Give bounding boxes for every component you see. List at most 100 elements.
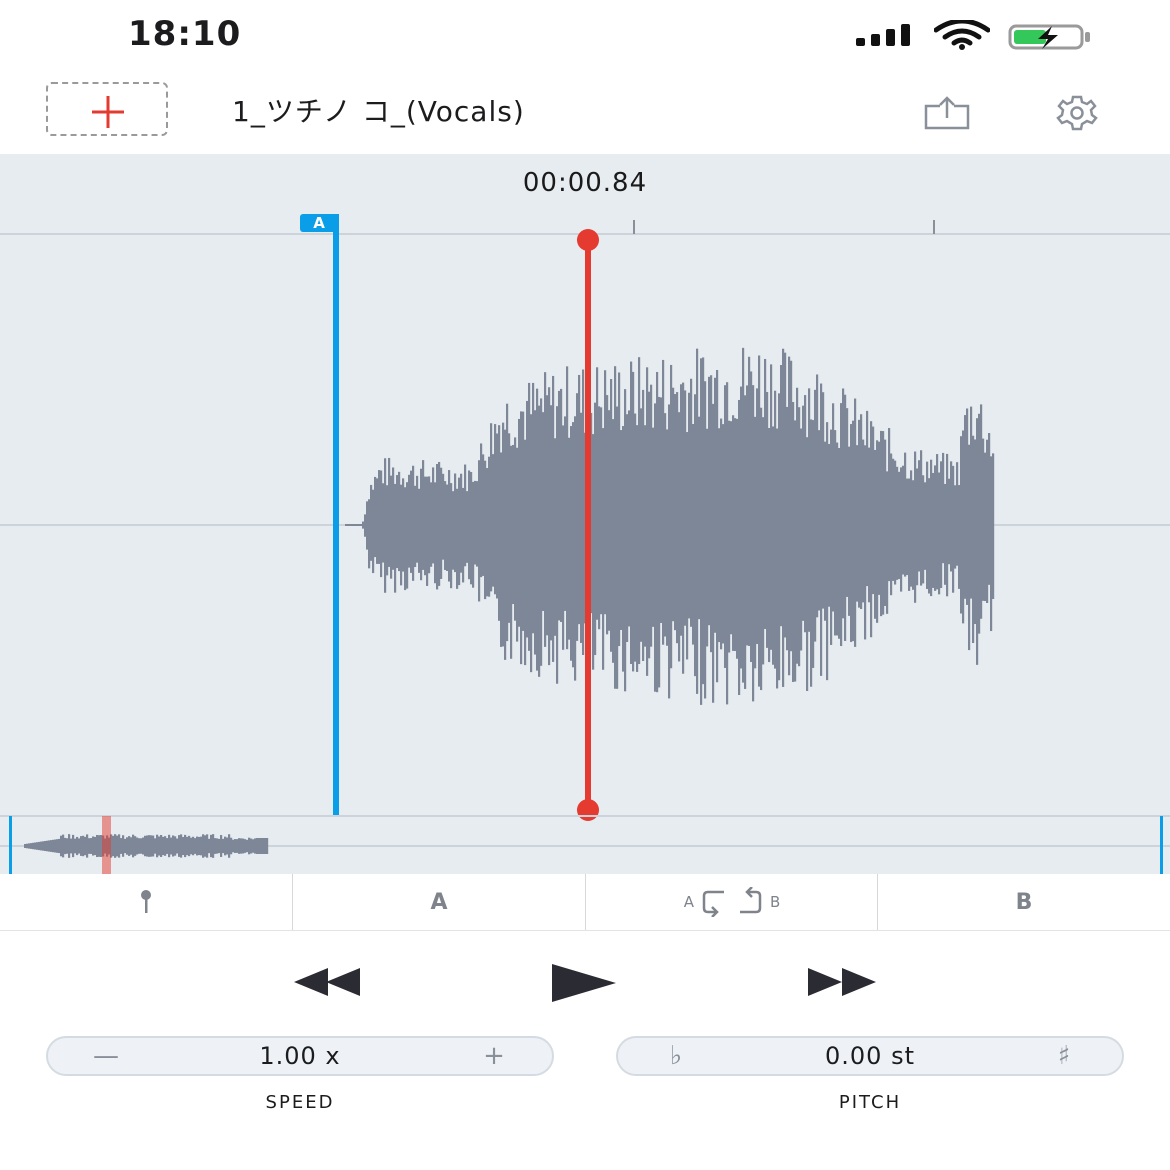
overview-waveform-bar xyxy=(134,836,137,856)
overview-waveform-bar xyxy=(100,835,103,857)
waveform-bar xyxy=(380,470,383,578)
waveform-bar xyxy=(868,447,871,603)
waveform-bar xyxy=(966,408,969,605)
waveform-bar xyxy=(560,388,563,622)
overview-waveform-bar xyxy=(94,836,97,856)
playhead-top-handle[interactable] xyxy=(577,229,599,251)
overview-waveform-bar xyxy=(180,834,183,858)
waveform-bar xyxy=(722,424,725,644)
waveform-bar xyxy=(528,382,531,651)
waveform-bar xyxy=(780,365,783,627)
waveform-bar xyxy=(738,399,741,695)
overview-playhead[interactable] xyxy=(102,816,111,874)
waveform-bar xyxy=(712,403,715,703)
fast-forward-icon[interactable] xyxy=(808,968,876,996)
overview-waveform-bar xyxy=(138,838,141,854)
waveform-bar xyxy=(580,412,583,643)
waveform-bar xyxy=(824,441,827,621)
overview-waveform-bar xyxy=(86,834,89,858)
waveform-bar xyxy=(478,460,481,602)
waveform-bar xyxy=(622,426,625,672)
overview-waveform-bar xyxy=(242,838,245,854)
waveform-bar xyxy=(818,430,821,611)
set-a-button[interactable]: A xyxy=(293,874,585,930)
overview-waveform-bar xyxy=(76,836,79,856)
waveform-bar xyxy=(724,385,727,668)
overview-range-start[interactable] xyxy=(9,816,12,874)
waveform-display[interactable]: A xyxy=(0,154,1170,874)
waveform-bar xyxy=(672,387,675,622)
waveform-bar xyxy=(982,438,985,601)
waveform-bar xyxy=(630,361,633,664)
waveform-bar xyxy=(796,387,799,664)
loop-b-label: B xyxy=(769,893,781,911)
waveform-bar xyxy=(632,371,635,672)
waveform-bar xyxy=(946,453,949,597)
waveform-bar xyxy=(930,459,933,597)
waveform-bar xyxy=(692,424,695,645)
overview-waveform-bar xyxy=(38,841,41,851)
overview-waveform-bar xyxy=(188,835,191,857)
overview-waveform-bar xyxy=(154,838,157,854)
waveform-bar xyxy=(700,358,703,705)
waveform-bar xyxy=(884,439,887,606)
overview-waveform-bar xyxy=(162,836,165,856)
overview-waveform-bar xyxy=(218,838,221,854)
waveform-bar xyxy=(400,484,403,586)
waveform-bar xyxy=(520,411,523,665)
battery-charging-icon xyxy=(1008,24,1090,50)
ab-loop-toggle[interactable]: A B xyxy=(586,874,878,930)
waveform-bar xyxy=(452,491,455,570)
waveform-bar xyxy=(638,357,641,665)
waveform-bar xyxy=(898,471,901,579)
waveform-bar xyxy=(648,391,651,659)
waveform-bar xyxy=(710,375,713,653)
overview-waveform-bar xyxy=(54,839,57,853)
playhead-bottom-handle[interactable] xyxy=(577,799,599,821)
overview-waveform-bar xyxy=(90,838,93,854)
pitch-sharp-button[interactable]: ♯ xyxy=(1034,1038,1094,1074)
playhead-line[interactable] xyxy=(585,240,591,810)
waveform-bar xyxy=(550,405,553,641)
overview-waveform-bar xyxy=(60,835,63,857)
overview-waveform-bar xyxy=(202,834,205,858)
overview-waveform-bar xyxy=(230,837,233,855)
waveform-bar xyxy=(662,359,665,645)
plus-icon xyxy=(92,96,124,128)
waveform-bar xyxy=(634,413,637,662)
waveform-bar xyxy=(882,431,885,615)
share-icon[interactable] xyxy=(922,96,972,130)
overview-waveform-bar xyxy=(200,836,203,856)
waveform-bar xyxy=(374,476,377,558)
waveform-bar xyxy=(808,388,811,632)
play-icon[interactable] xyxy=(552,964,616,1002)
overview-waveform-bar xyxy=(34,842,37,850)
marker-a-line[interactable] xyxy=(333,214,339,816)
waveform-bar xyxy=(954,485,957,569)
wifi-icon xyxy=(934,20,990,50)
waveform-bar xyxy=(438,461,441,586)
waveform-bar xyxy=(432,467,435,564)
overview-waveform-bar xyxy=(78,838,81,854)
waveform-bar xyxy=(424,476,427,576)
track-title: 1_ツチノ コ_(Vocals) xyxy=(232,95,525,128)
waveform-bar xyxy=(686,432,689,660)
add-track-button[interactable] xyxy=(46,82,168,136)
waveform-bar xyxy=(850,424,853,642)
overview-waveform[interactable] xyxy=(24,834,269,858)
waveform-bar xyxy=(524,439,527,666)
waveform-bar xyxy=(802,405,805,621)
overview-waveform-bar xyxy=(112,835,115,857)
set-b-button[interactable]: B xyxy=(878,874,1170,930)
overview-range-end[interactable] xyxy=(1160,816,1163,874)
pin-marker-button[interactable] xyxy=(0,874,292,930)
gear-icon[interactable] xyxy=(1048,94,1106,132)
waveform-bar xyxy=(646,367,649,676)
waveform-bar xyxy=(942,452,945,564)
waveform-bar xyxy=(490,423,493,592)
waveform-bar xyxy=(544,372,547,647)
waveform-bar xyxy=(900,467,903,592)
waveform-bar xyxy=(410,470,413,573)
speed-increase-button[interactable]: + xyxy=(464,1038,524,1074)
rewind-icon[interactable] xyxy=(294,968,362,996)
